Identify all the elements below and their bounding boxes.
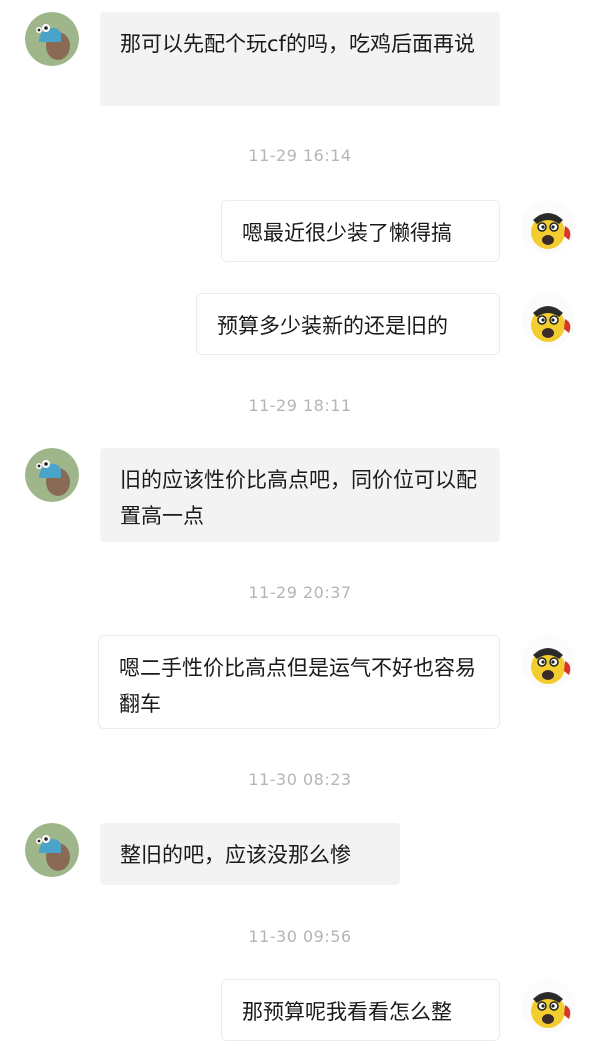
- chat-history: 那可以先配个玩cf的吗，吃鸡后面再说 11-29 16:14 嗯最近很少装了懒得…: [0, 0, 600, 1046]
- timestamp: 11-30 09:56: [248, 927, 352, 946]
- my-avatar-icon[interactable]: [521, 293, 575, 347]
- my-avatar-icon[interactable]: [521, 635, 575, 689]
- timestamp: 11-29 20:37: [248, 583, 352, 602]
- timestamp: 11-29 18:11: [248, 396, 352, 415]
- timestamp: 11-30 08:23: [248, 770, 352, 789]
- contact-avatar-icon[interactable]: [25, 448, 79, 502]
- contact-avatar-icon[interactable]: [25, 12, 79, 66]
- message-bubble-outgoing[interactable]: 嗯二手性价比高点但是运气不好也容易翻车: [98, 635, 500, 729]
- message-bubble-outgoing[interactable]: 嗯最近很少装了懒得搞: [221, 200, 500, 262]
- message-bubble-outgoing[interactable]: 那预算呢我看看怎么整: [221, 979, 500, 1041]
- timestamp: 11-29 16:14: [248, 146, 352, 165]
- contact-avatar-icon[interactable]: [25, 823, 79, 877]
- message-bubble-outgoing[interactable]: 预算多少装新的还是旧的: [196, 293, 500, 355]
- my-avatar-icon[interactable]: [521, 200, 575, 254]
- message-bubble-incoming[interactable]: 旧的应该性价比高点吧，同价位可以配置高一点: [100, 448, 500, 542]
- message-bubble-incoming[interactable]: 那可以先配个玩cf的吗，吃鸡后面再说: [100, 12, 500, 106]
- message-bubble-incoming[interactable]: 整旧的吧，应该没那么惨: [100, 823, 400, 885]
- my-avatar-icon[interactable]: [521, 979, 575, 1033]
